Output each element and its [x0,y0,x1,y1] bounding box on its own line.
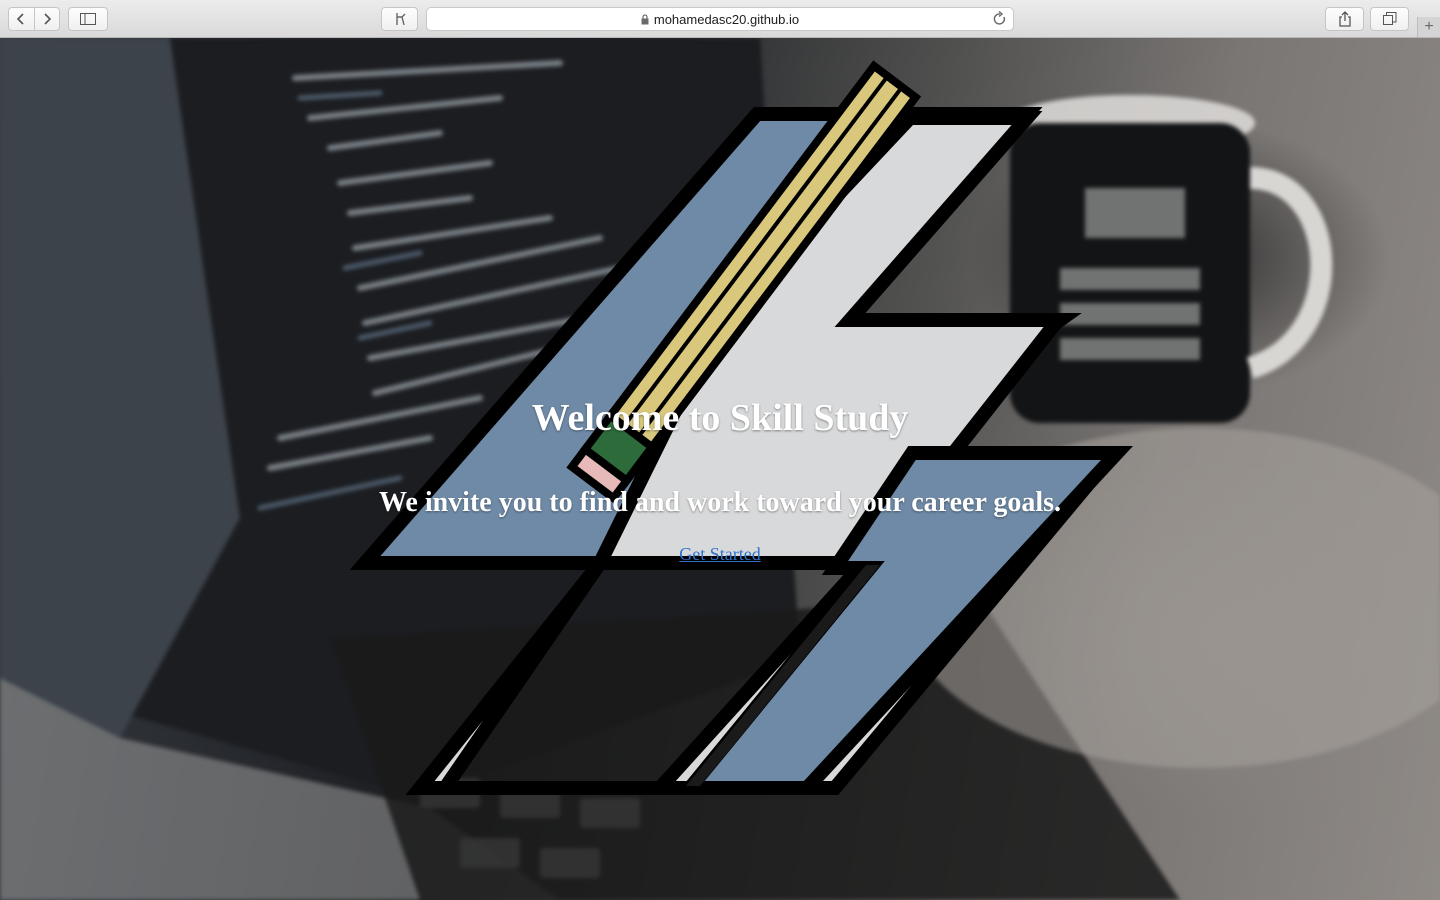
extension-button[interactable] [381,7,418,31]
hero-section: Welcome to Skill Study We invite you to … [0,38,1440,900]
readability-icon [395,13,405,26]
reload-icon[interactable] [993,10,1007,30]
browser-toolbar: mohamedasc20.github.io + [0,0,1440,38]
tab-overview-button[interactable] [1370,7,1409,31]
url-text: mohamedasc20.github.io [653,11,800,27]
nav-buttons [8,7,60,31]
tab-overview-icon [1382,12,1396,25]
page-subtitle: We invite you to find and work toward yo… [378,487,1062,518]
share-icon [1338,11,1351,27]
chevron-left-icon [17,13,24,25]
sidebar-button[interactable] [68,7,108,31]
page-title: Welcome to Skill Study [531,397,909,439]
hero-content: Welcome to Skill Study We invite you to … [0,38,1440,900]
new-tab-button[interactable]: + [1417,17,1440,37]
get-started-link[interactable]: Get Started [679,544,760,564]
cta-container: Get Started [0,544,1440,565]
sidebar-icon [80,13,96,25]
share-button[interactable] [1325,7,1364,31]
forward-button[interactable] [33,8,60,30]
address-bar[interactable]: mohamedasc20.github.io [426,7,1014,31]
lock-icon [641,13,649,25]
chevron-right-icon [44,13,51,25]
back-button[interactable] [9,8,34,30]
plus-icon: + [1424,18,1434,35]
